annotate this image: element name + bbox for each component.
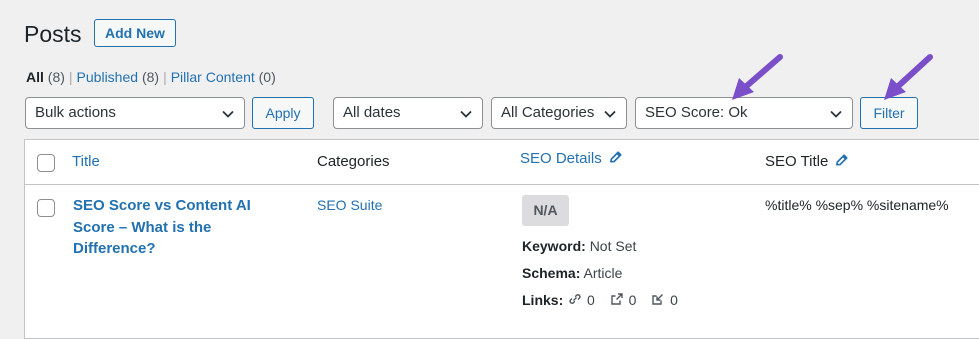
view-all-label: All xyxy=(26,69,44,85)
chevron-down-icon xyxy=(604,110,616,118)
bulk-actions-select[interactable]: Bulk actions xyxy=(25,97,245,129)
date-filter-value: All dates xyxy=(343,104,401,121)
pencil-icon[interactable] xyxy=(608,150,623,165)
post-category-link[interactable]: SEO Suite xyxy=(317,197,382,213)
view-all-link[interactable]: All (8) xyxy=(26,69,65,85)
chevron-down-icon xyxy=(460,110,472,118)
schema-detail: Schema: Article xyxy=(522,265,622,281)
date-filter-select[interactable]: All dates xyxy=(333,97,483,129)
links-label: Links: xyxy=(522,292,564,308)
incoming-links-count: 0 xyxy=(670,292,678,308)
internal-links-count: 0 xyxy=(587,292,595,308)
links-detail: Links: 0 0 0 xyxy=(522,292,678,308)
category-filter-select[interactable]: All Categories xyxy=(491,97,627,129)
annotation-arrow-icon xyxy=(884,54,933,100)
select-all-checkbox[interactable] xyxy=(37,154,55,172)
pencil-icon[interactable] xyxy=(834,153,849,168)
keyword-detail: Keyword: Not Set xyxy=(522,238,636,254)
schema-label: Schema: xyxy=(522,265,581,281)
view-all-count: (8) xyxy=(47,69,65,85)
view-published-label: Published xyxy=(76,69,139,85)
seo-details-label: SEO Details xyxy=(520,150,602,167)
table-header-divider xyxy=(24,184,979,185)
bulk-actions-value: Bulk actions xyxy=(35,104,116,121)
internal-link-icon xyxy=(569,294,581,304)
row-checkbox[interactable] xyxy=(37,199,55,217)
page-title: Posts xyxy=(24,21,82,47)
keyword-value: Not Set xyxy=(589,238,637,254)
column-seo-title-header: SEO Title xyxy=(765,153,849,170)
chevron-down-icon xyxy=(222,110,234,118)
post-title-link[interactable]: SEO Score vs Content AI Score – What is … xyxy=(73,195,283,260)
view-pillar-content-link[interactable]: Pillar Content (0) xyxy=(171,69,276,85)
post-status-filter: All (8) | Published (8) | Pillar Content (0) xyxy=(26,69,276,85)
column-categories-header: Categories xyxy=(317,153,390,170)
seo-score-badge: N/A xyxy=(522,195,569,226)
schema-value: Article xyxy=(583,265,623,281)
seo-score-filter-value: SEO Score: Ok xyxy=(645,104,748,121)
column-title-header[interactable]: Title xyxy=(72,153,100,170)
add-new-button[interactable]: Add New xyxy=(94,19,176,47)
separator: | xyxy=(68,69,73,85)
view-pillar-label: Pillar Content xyxy=(170,69,255,85)
external-links-count: 0 xyxy=(628,292,637,308)
category-filter-value: All Categories xyxy=(501,104,595,121)
chevron-down-icon xyxy=(830,110,842,118)
external-link-icon xyxy=(611,293,623,305)
keyword-label: Keyword: xyxy=(522,238,586,254)
annotation-arrow-icon xyxy=(732,54,783,100)
seo-title-label: SEO Title xyxy=(765,153,829,170)
view-published-count: (8) xyxy=(141,69,160,85)
view-pillar-count: (0) xyxy=(258,69,276,85)
incoming-link-icon xyxy=(652,294,664,305)
column-seo-details-header[interactable]: SEO Details xyxy=(520,150,623,167)
apply-button[interactable]: Apply xyxy=(252,97,314,129)
seo-title-value: %title% %sep% %sitename% xyxy=(765,197,949,213)
separator: | xyxy=(163,69,167,85)
view-published-link[interactable]: Published (8) xyxy=(77,69,160,85)
